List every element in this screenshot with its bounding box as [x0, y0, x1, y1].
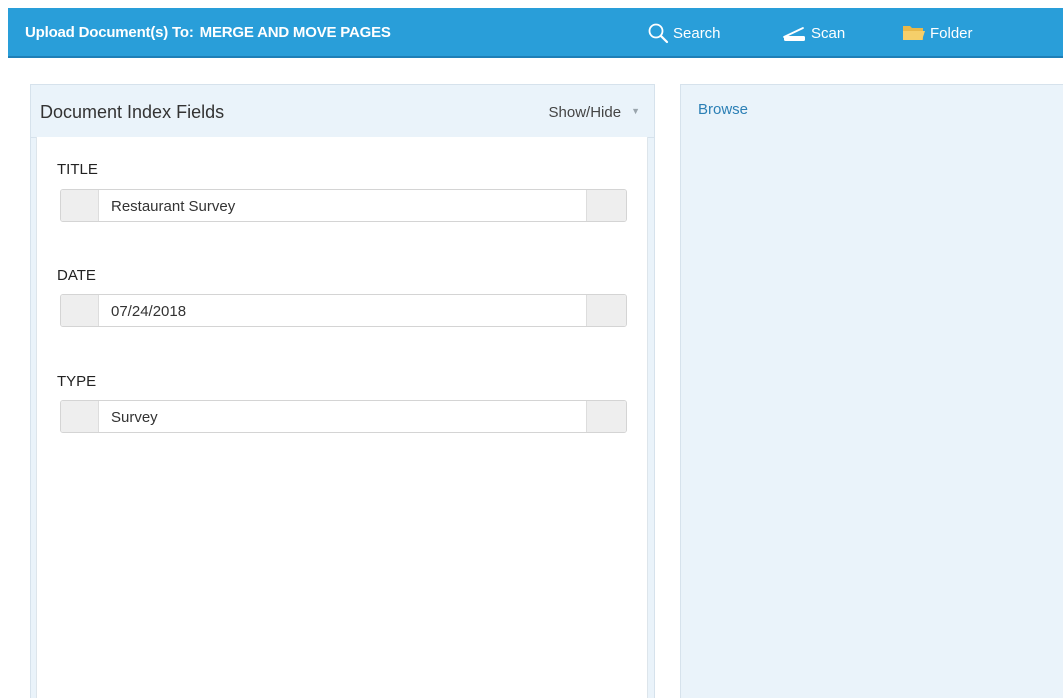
folder-icon: [903, 26, 925, 40]
scanner-icon: [783, 27, 805, 41]
date-field-right-addon: [586, 295, 626, 326]
show-hide-toggle[interactable]: Show/Hide ▼: [549, 104, 640, 121]
browse-panel: Browse: [680, 84, 1063, 698]
title-field[interactable]: Restaurant Survey: [60, 189, 627, 222]
date-field-left-addon: [61, 295, 99, 326]
date-field-label: DATE: [57, 267, 96, 284]
date-field[interactable]: 07/24/2018: [60, 294, 627, 327]
type-field-left-addon: [61, 401, 99, 432]
scan-button[interactable]: Scan: [781, 20, 845, 46]
title-field-value: Restaurant Survey: [111, 198, 236, 215]
folder-button-label: Folder: [930, 24, 973, 42]
type-field-label: TYPE: [57, 373, 97, 390]
title-field-right-addon: [586, 190, 626, 221]
search-icon: [648, 23, 669, 44]
search-button-label: Search: [673, 24, 721, 42]
title-field-left-addon: [61, 190, 99, 221]
document-index-fields: TITLE Restaurant Survey DATE 07/24/2018 …: [36, 137, 648, 698]
document-index-panel: Document Index Fields Show/Hide ▼ TITLE …: [30, 84, 655, 698]
caret-down-icon: ▼: [631, 105, 640, 116]
document-index-title: Document Index Fields: [40, 102, 225, 122]
upload-target-name: MERGE AND MOVE PAGES: [199, 24, 391, 41]
upload-title-prefix: Upload Document(s) To:: [25, 24, 194, 41]
type-field-right-addon: [586, 401, 626, 432]
date-field-value: 07/24/2018: [111, 303, 187, 320]
upload-destination-title: Upload Document(s) To: MERGE AND MOVE PAG…: [25, 24, 391, 41]
type-field[interactable]: Survey: [60, 400, 627, 433]
search-button[interactable]: Search: [647, 20, 721, 46]
scan-button-label: Scan: [811, 24, 846, 42]
upload-toolbar: Upload Document(s) To: MERGE AND MOVE PAG…: [8, 8, 1063, 58]
title-field-label: TITLE: [57, 161, 98, 178]
document-index-header: Document Index Fields Show/Hide ▼: [31, 85, 654, 138]
folder-button[interactable]: Folder: [902, 20, 973, 46]
browse-link[interactable]: Browse: [698, 101, 748, 118]
show-hide-label: Show/Hide: [548, 104, 622, 121]
type-field-value: Survey: [111, 409, 158, 426]
